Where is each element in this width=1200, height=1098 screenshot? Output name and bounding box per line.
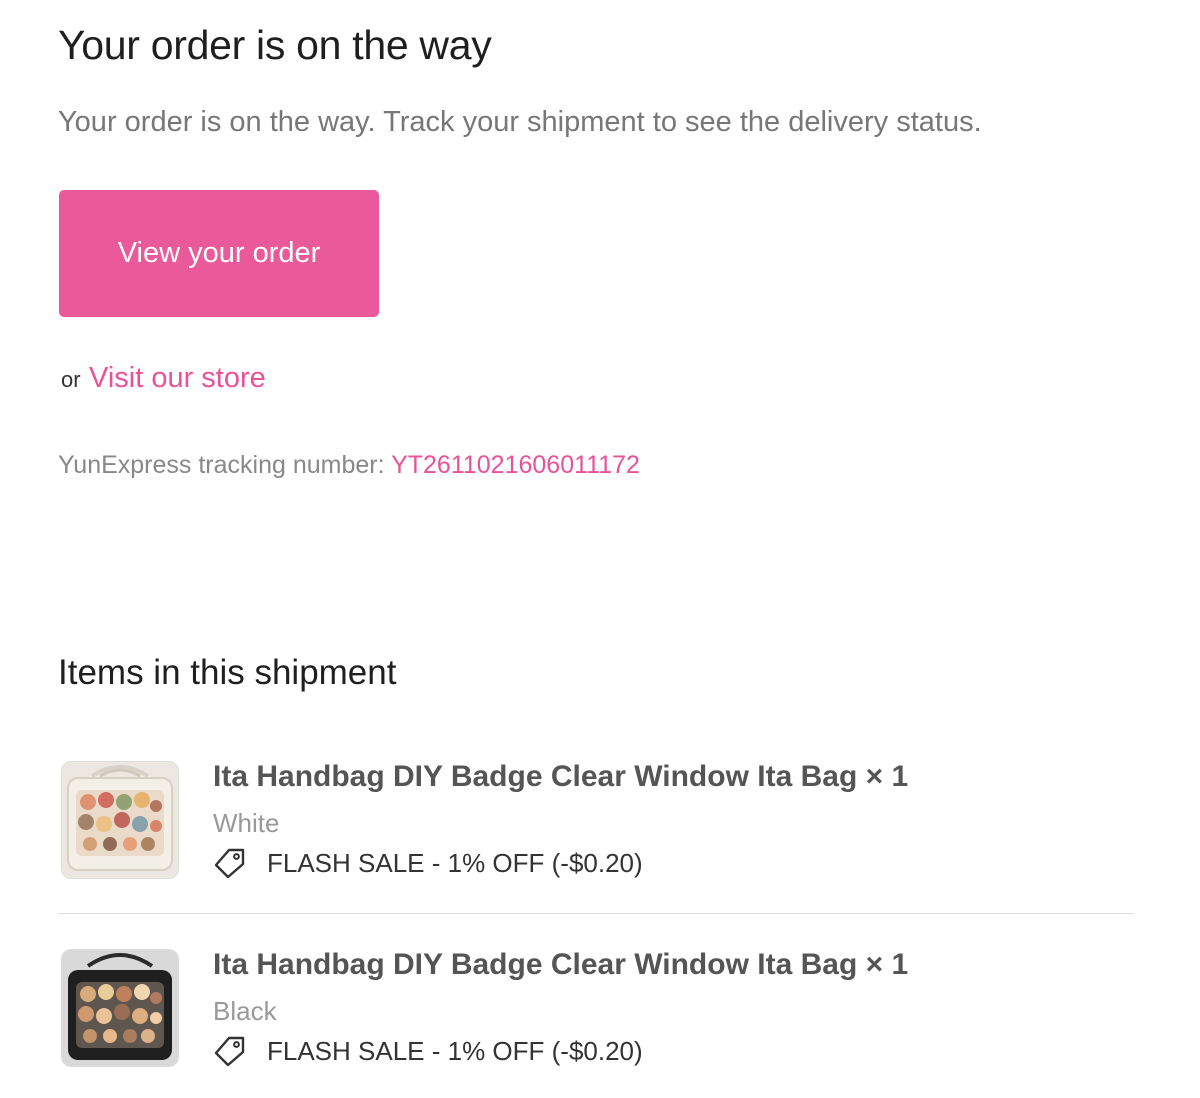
discount-row: FLASH SALE - 1% OFF (-$0.20)	[213, 846, 643, 880]
discount-row: FLASH SALE - 1% OFF (-$0.20)	[213, 1034, 643, 1068]
status-message: Your order is on the way. Track your shi…	[58, 106, 982, 138]
tag-icon	[214, 848, 245, 879]
tracking-info: YunExpress tracking number: YT2611021606…	[58, 451, 640, 480]
page-title: Your order is on the way	[58, 22, 492, 68]
store-link-line: or Visit our store	[61, 362, 266, 395]
black-bag-image	[62, 950, 178, 1066]
tag-icon	[214, 1036, 245, 1067]
items-heading: Items in this shipment	[58, 653, 397, 692]
discount-text: FLASH SALE - 1% OFF (-$0.20)	[267, 1035, 643, 1066]
item-variant: Black	[213, 996, 277, 1026]
tracking-label: YunExpress tracking number:	[58, 451, 385, 479]
view-order-button[interactable]: View your order	[59, 190, 379, 317]
or-text: or	[61, 367, 81, 392]
item-variant: White	[213, 808, 280, 838]
white-bag-image	[62, 762, 178, 878]
item-title: Ita Handbag DIY Badge Clear Window Ita B…	[213, 760, 909, 793]
product-image	[61, 949, 179, 1067]
item-divider	[58, 913, 1134, 914]
discount-text: FLASH SALE - 1% OFF (-$0.20)	[267, 847, 643, 878]
item-title: Ita Handbag DIY Badge Clear Window Ita B…	[213, 948, 909, 981]
product-image	[61, 761, 179, 879]
tracking-number-link[interactable]: YT2611021606011172	[391, 451, 640, 479]
visit-store-link[interactable]: Visit our store	[89, 362, 266, 394]
